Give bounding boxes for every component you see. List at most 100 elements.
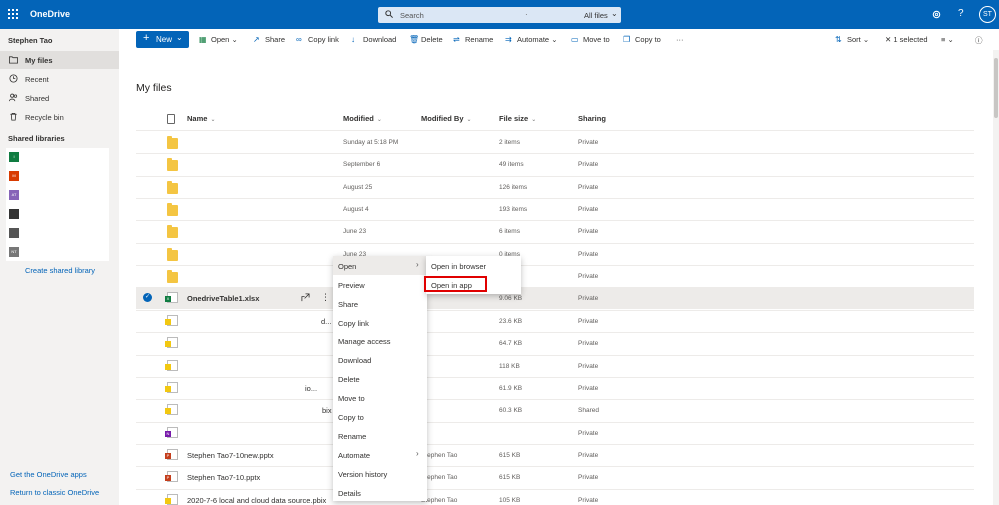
sort-button[interactable]: ⇅ Sort ⌄ [835, 35, 869, 44]
delete-button[interactable]: 🗑 Delete [409, 35, 443, 44]
chevron-down-icon[interactable]: ⌄ [611, 9, 618, 18]
menu-item-version-history[interactable]: Version history [333, 464, 427, 483]
column-header-modified-by[interactable]: Modified By ⌄ [421, 114, 472, 126]
library-icon[interactable]: I [9, 152, 19, 162]
sharing-status: Private [578, 228, 599, 236]
app-launcher-icon[interactable] [8, 9, 18, 19]
view-options-button[interactable]: ≡ ⌄ [941, 35, 954, 44]
search-scope[interactable]: All files [584, 11, 608, 20]
table-row[interactable]: N Private [136, 422, 974, 444]
file-type-badge [165, 363, 171, 370]
column-header-sharing[interactable]: Sharing [578, 114, 606, 126]
menu-item-move-to[interactable]: Move to [333, 388, 427, 407]
file-name[interactable]: 2020-7-6 local and cloud data source.pbi… [187, 496, 326, 505]
menu-item-details[interactable]: Details [333, 483, 427, 502]
table-row[interactable]: P Stephen Tao7-10.pptx Stephen Tao 615 KB Pr… [136, 466, 974, 488]
menu-item-copy-link[interactable]: Copy link [333, 313, 427, 332]
create-shared-library-link[interactable]: Create shared library [25, 266, 95, 275]
get-apps-link[interactable]: Get the OneDrive apps [10, 470, 87, 479]
download-button[interactable]: ↓ Download [351, 35, 396, 44]
table-row[interactable]: ✓ X OnedriveTable1.xlsx 9.06 KB Private ⋮ [136, 287, 974, 310]
menu-item-open[interactable]: Open › [333, 256, 427, 275]
more-button[interactable]: ··· [676, 35, 684, 44]
file-type-badge: X [165, 296, 171, 303]
table-row[interactable]: June 23 6 items Private [136, 220, 974, 242]
library-icon[interactable]: NT [9, 247, 19, 257]
table-row[interactable]: August 4 193 items Private [136, 198, 974, 220]
modified-date: Sunday at 5:18 PM [343, 139, 399, 146]
folder-icon [167, 180, 178, 194]
app-title[interactable]: OneDrive [30, 9, 70, 19]
table-row[interactable]: 2020-7-6 local and cloud data source.pbi… [136, 489, 974, 505]
table-row[interactable]: 64.7 KB Private [136, 332, 974, 354]
table-row[interactable]: Sunday at 5:18 PM 2 items Private [136, 131, 974, 153]
row-checkbox-checked-icon[interactable]: ✓ [143, 293, 152, 303]
gear-icon[interactable] [931, 9, 942, 20]
automate-button[interactable]: ⇉ Automate ⌄ [505, 35, 558, 44]
column-header-file-size[interactable]: File size ⌄ [499, 114, 536, 126]
rename-button[interactable]: ⇌ Rename [453, 35, 493, 44]
menu-item-automate[interactable]: Automate › [333, 445, 427, 464]
sidebar-item-my-files[interactable]: My files [0, 51, 119, 69]
sharing-status: Private [578, 474, 599, 482]
library-icon[interactable]: M [9, 171, 19, 181]
file-name[interactable]: OnedriveTable1.xlsx [187, 294, 259, 303]
file-type-icon [167, 114, 175, 124]
shared-libraries-title: Shared libraries [8, 134, 65, 143]
file-name[interactable]: Stephen Tao7-10new.pptx [187, 451, 274, 460]
library-icon[interactable]: AT [9, 190, 19, 200]
submenu-item-open-in-browser[interactable]: Open in browser [426, 256, 521, 275]
table-row[interactable]: 118 KB Private [136, 355, 974, 377]
copy-link-button[interactable]: ∞ Copy link [296, 35, 339, 44]
file-name-fragment: io... [305, 383, 318, 393]
sidebar-item-recent[interactable]: Recent [0, 70, 119, 88]
folder-icon [167, 247, 178, 261]
file-name[interactable]: Stephen Tao7-10.pptx [187, 473, 260, 482]
more-actions-icon[interactable]: ⋮ [321, 292, 330, 303]
table-row[interactable]: bix 60.3 KB Shared [136, 399, 974, 421]
help-icon[interactable]: ? [958, 8, 964, 19]
sidebar-item-recycle-bin[interactable]: Recycle bin [0, 108, 119, 126]
copy-icon: ❐ [623, 35, 631, 44]
avatar[interactable]: ST [979, 6, 996, 23]
library-icon[interactable] [9, 209, 19, 219]
table-row[interactable]: P Stephen Tao7-10new.pptx Stephen Tao 615 K… [136, 444, 974, 466]
search-box[interactable]: Search · All files ⌄ [378, 7, 621, 23]
table-row[interactable]: June 23 0 items Private [136, 243, 974, 265]
new-button[interactable]: + New ⌄ [136, 31, 189, 48]
table-row[interactable]: August 25 126 items Private [136, 176, 974, 198]
library-icon[interactable] [9, 228, 19, 238]
move-to-button[interactable]: ▭ Move to [571, 35, 610, 44]
share-button[interactable]: ↗ Share [253, 35, 285, 44]
copy-to-button[interactable]: ❐ Copy to [623, 35, 661, 44]
selection-count[interactable]: ✕ 1 selected [885, 35, 928, 44]
menu-item-manage-access[interactable]: Manage access [333, 331, 427, 350]
move-icon: ▭ [571, 35, 579, 44]
table-row[interactable]: io... 61.9 KB Private [136, 377, 974, 399]
share-icon[interactable] [301, 293, 310, 302]
file-size: 193 items [499, 206, 528, 214]
classic-onedrive-link[interactable]: Return to classic OneDrive [10, 488, 99, 497]
table-row[interactable]: Private [136, 265, 974, 287]
scrollbar-thumb[interactable] [994, 58, 998, 118]
menu-item-preview[interactable]: Preview [333, 275, 427, 294]
menu-item-copy-to[interactable]: Copy to [333, 407, 427, 426]
column-header-modified[interactable]: Modified ⌄ [343, 114, 382, 126]
sort-label: Sort [847, 35, 861, 44]
sidebar-item-shared[interactable]: Shared [0, 89, 119, 107]
table-row[interactable]: d... 23.6 KB Private [136, 310, 974, 332]
menu-item-download[interactable]: Download [333, 350, 427, 369]
open-button[interactable]: ▦ Open ⌄ [199, 35, 238, 44]
menu-item-label: Details [338, 489, 361, 498]
menu-item-delete[interactable]: Delete [333, 369, 427, 388]
file-size: 6 items [499, 228, 520, 236]
file-type-badge [165, 385, 171, 392]
file-type-badge [165, 408, 171, 415]
menu-item-rename[interactable]: Rename [333, 426, 427, 445]
scrollbar[interactable] [993, 50, 999, 505]
table-row[interactable]: September 6 49 items Private [136, 153, 974, 175]
download-label: Download [363, 35, 397, 44]
info-icon[interactable]: ⓘ [975, 35, 983, 46]
column-header-name[interactable]: Name ⌄ [187, 114, 215, 126]
menu-item-share[interactable]: Share [333, 294, 427, 313]
